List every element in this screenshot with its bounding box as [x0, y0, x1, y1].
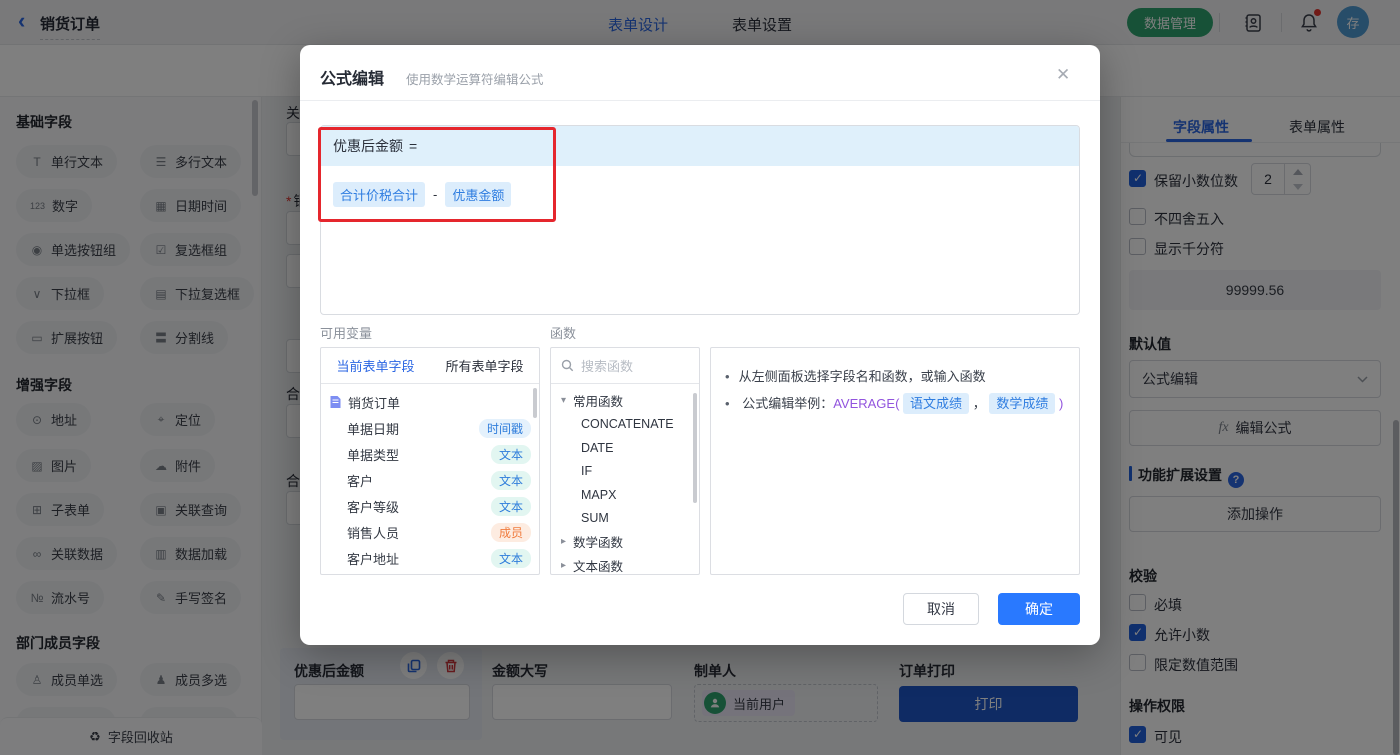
- variable-row[interactable]: 客户地址 文本: [321, 545, 539, 571]
- variables-label: 可用变量: [320, 323, 372, 342]
- modal-subtitle: 使用数学运算符编辑公式: [406, 69, 544, 88]
- function-item[interactable]: DATE: [551, 436, 699, 460]
- function-name: IF: [581, 464, 592, 478]
- function-name: CONCATENATE: [581, 417, 674, 431]
- group-label: 常用函数: [573, 391, 623, 410]
- variable-name: 销售人员: [347, 523, 399, 542]
- divider: [300, 100, 1100, 101]
- comma: ，: [973, 396, 986, 411]
- function-item[interactable]: CONCATENATE: [551, 413, 699, 437]
- variable-name: 单据类型: [347, 445, 399, 464]
- average-function: AVERAGE(: [833, 396, 899, 411]
- equals-sign: =: [409, 138, 417, 154]
- tip-example-prefix: 公式编辑举例：: [742, 396, 833, 411]
- variable-name: 单据日期: [347, 419, 399, 438]
- tree-root-label: 销货订单: [348, 393, 400, 412]
- variable-row[interactable]: 客户 文本: [321, 467, 539, 493]
- modal-title: 公式编辑: [320, 65, 384, 89]
- functions-box: 搜索函数 ▾常用函数 CONCATENATE DATE IF MAPX SUM …: [550, 347, 700, 575]
- confirm-button[interactable]: 确定: [998, 593, 1080, 625]
- type-badge: 时间戳: [479, 419, 531, 438]
- type-badge: 文本: [491, 471, 531, 490]
- search-icon: [561, 359, 574, 372]
- function-search[interactable]: 搜索函数: [551, 348, 699, 384]
- formula-field-chip[interactable]: 合计价税合计: [333, 182, 425, 207]
- variables-tabs: 当前表单字段 所有表单字段: [321, 348, 539, 384]
- tree-root-row[interactable]: 销货订单: [321, 389, 539, 415]
- function-item[interactable]: IF: [551, 460, 699, 484]
- type-badge: 文本: [491, 549, 531, 568]
- tip-example-line: 公式编辑举例：AVERAGE( 语文成绩 ， 数学成绩 ): [725, 391, 1065, 418]
- functions-scrollbar[interactable]: [693, 393, 697, 503]
- search-placeholder: 搜索函数: [581, 356, 633, 375]
- formula-edit-modal: 公式编辑 使用数学运算符编辑公式 ✕ 优惠后金额 = 合计价税合计 - 优惠金额…: [300, 45, 1100, 645]
- function-name: DATE: [581, 441, 613, 455]
- formula-field-chip[interactable]: 优惠金额: [445, 182, 511, 207]
- formula-expression[interactable]: 合计价税合计 - 优惠金额: [321, 166, 1079, 223]
- variable-row[interactable]: 单据日期 时间戳: [321, 415, 539, 441]
- function-item[interactable]: SUM: [551, 507, 699, 531]
- type-badge: 文本: [491, 445, 531, 464]
- variable-name: 客户地址: [347, 549, 399, 568]
- function-item[interactable]: MAPX: [551, 483, 699, 507]
- function-group-common[interactable]: ▾常用函数: [551, 389, 699, 413]
- tab-all-form-fields[interactable]: 所有表单字段: [430, 356, 539, 375]
- functions-label: 函数: [550, 323, 576, 342]
- example-field-chip: 数学成绩: [989, 393, 1055, 414]
- tips-box: 从左侧面板选择字段名和函数，或输入函数 公式编辑举例：AVERAGE( 语文成绩…: [710, 347, 1080, 575]
- variable-row[interactable]: 销售人员 成员: [321, 519, 539, 545]
- example-field-chip: 语文成绩: [903, 393, 969, 414]
- function-group-text[interactable]: ▸文本函数: [551, 554, 699, 576]
- formula-target: 优惠后金额: [333, 136, 403, 156]
- function-name: MAPX: [581, 488, 616, 502]
- variable-name: 客户: [347, 471, 373, 490]
- tip-line: 从左侧面板选择字段名和函数，或输入函数: [725, 364, 1065, 391]
- type-badge: 成员: [491, 523, 531, 542]
- variable-row[interactable]: 客户等级 文本: [321, 493, 539, 519]
- close-paren: ): [1059, 396, 1063, 411]
- chevron-right-icon: ▸: [561, 536, 573, 547]
- close-icon[interactable]: ✕: [1056, 65, 1070, 85]
- chevron-down-icon: ▾: [561, 395, 573, 406]
- variables-scrollbar[interactable]: [533, 388, 537, 418]
- variable-name: 客户等级: [347, 497, 399, 516]
- type-badge: 文本: [491, 497, 531, 516]
- group-label: 文本函数: [573, 556, 623, 575]
- tab-current-form-fields[interactable]: 当前表单字段: [321, 356, 430, 375]
- chevron-right-icon: ▸: [561, 560, 573, 571]
- function-group-math[interactable]: ▸数学函数: [551, 530, 699, 554]
- formula-editor[interactable]: 优惠后金额 = 合计价税合计 - 优惠金额: [320, 125, 1080, 315]
- formula-operator: -: [433, 187, 437, 202]
- variable-row[interactable]: 单据类型 文本: [321, 441, 539, 467]
- variables-box: 当前表单字段 所有表单字段 销货订单 单据日期时间戳 单据类型文本 客户文本 客…: [320, 347, 540, 575]
- group-label: 数学函数: [573, 532, 623, 551]
- document-icon: [329, 395, 342, 409]
- function-name: SUM: [581, 511, 609, 525]
- formula-target-band: 优惠后金额 =: [321, 126, 1079, 166]
- cancel-button[interactable]: 取消: [903, 593, 979, 625]
